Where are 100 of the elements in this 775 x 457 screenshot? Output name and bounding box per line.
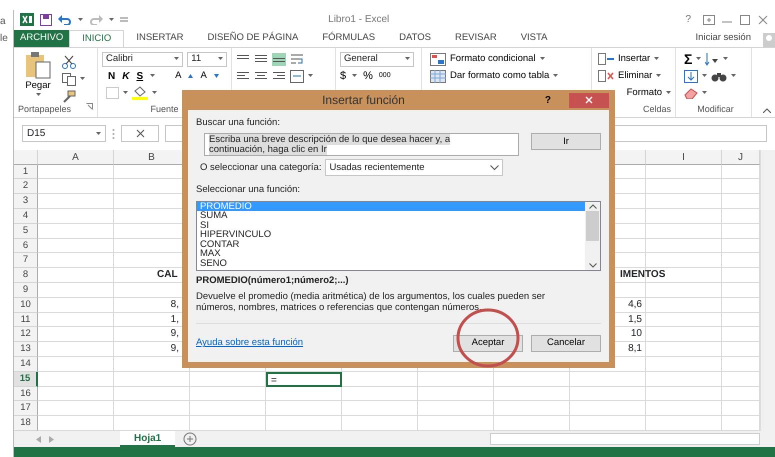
row-header[interactable]: 7: [14, 253, 38, 268]
collapse-ribbon-icon[interactable]: [763, 108, 771, 113]
caret-icon[interactable]: [405, 57, 410, 62]
row-header[interactable]: 16: [14, 386, 38, 402]
caret-icon[interactable]: [656, 74, 662, 78]
close-button[interactable]: [569, 92, 609, 108]
excel-icon[interactable]: [20, 13, 34, 26]
caret-icon[interactable]: [78, 18, 83, 22]
category-select[interactable]: Usadas recientemente: [325, 159, 504, 176]
number-format-select[interactable]: General: [340, 52, 414, 67]
ribbon-tab[interactable]: VISTA: [508, 30, 560, 47]
column-header[interactable]: A: [38, 150, 114, 165]
format-painter-icon[interactable]: [62, 90, 76, 103]
row-header[interactable]: 8: [14, 268, 38, 284]
caret-icon[interactable]: [731, 74, 736, 78]
row-header[interactable]: 2: [14, 179, 38, 194]
file-tab[interactable]: ARCHIVO: [14, 30, 70, 47]
caret-icon[interactable]: [352, 74, 358, 78]
function-list-item[interactable]: SENO: [197, 259, 585, 269]
list-scrollbar[interactable]: [585, 202, 600, 270]
ribbon-tab[interactable]: INSERTAR: [124, 30, 196, 47]
ribbon-tab[interactable]: DISEÑO DE PÁGINA: [196, 30, 310, 47]
horizontal-scrollbar[interactable]: [490, 433, 760, 446]
caret-icon[interactable]: [80, 77, 85, 82]
row-header[interactable]: 10: [14, 298, 38, 313]
table-format-icon[interactable]: [430, 70, 446, 83]
ribbon-tab[interactable]: INICIO: [69, 30, 124, 47]
row-header[interactable]: 17: [14, 401, 38, 416]
close-icon[interactable]: [136, 129, 144, 138]
underline-button[interactable]: S: [136, 68, 144, 84]
dialog-launcher-icon[interactable]: [86, 102, 93, 110]
search-field[interactable]: Escriba una breve descripción de lo que desea hacer y, a continuación, haga clic en Ir: [204, 133, 519, 156]
function-list-item[interactable]: SUMA: [197, 211, 585, 221]
ribbon-display-icon[interactable]: [703, 14, 715, 25]
row-header[interactable]: 14: [14, 357, 38, 372]
add-sheet-icon[interactable]: [183, 432, 198, 446]
caret-icon[interactable]: [654, 57, 660, 62]
font-name-select[interactable]: Calibri: [102, 52, 184, 67]
caret-icon[interactable]: [36, 93, 40, 98]
row-header[interactable]: 4: [14, 209, 38, 224]
caret-icon[interactable]: [702, 74, 707, 78]
eraser-icon[interactable]: [684, 87, 698, 100]
help-button[interactable]: ?: [679, 11, 697, 28]
caret-icon[interactable]: [109, 18, 114, 22]
cells-button[interactable]: Eliminar: [618, 69, 652, 84]
paste-icon[interactable]: [24, 50, 52, 79]
grow-font-button[interactable]: A: [175, 69, 182, 84]
row-header[interactable]: 3: [14, 194, 38, 210]
column-header[interactable]: J: [722, 150, 760, 165]
paste-button[interactable]: Pegar: [25, 78, 51, 94]
merge-center-icon[interactable]: [290, 70, 304, 83]
row-header[interactable]: 18: [14, 416, 38, 432]
shrink-font-button[interactable]: A: [200, 69, 207, 84]
caret-icon[interactable]: [666, 91, 671, 96]
column-header[interactable]: I: [646, 150, 722, 165]
go-button[interactable]: Ir: [531, 133, 601, 150]
scroll-down-icon[interactable]: [588, 262, 596, 268]
delete-cells-icon[interactable]: [598, 70, 614, 82]
row-header[interactable]: 12: [14, 327, 38, 342]
row-header[interactable]: 6: [14, 238, 38, 254]
customize-icon[interactable]: [120, 16, 128, 24]
sheet-tab[interactable]: Hoja1: [120, 431, 176, 448]
caret-icon[interactable]: [308, 74, 313, 78]
binoculars-icon[interactable]: [711, 70, 727, 82]
function-list-item[interactable]: HIPERVINCULO: [197, 230, 585, 240]
cells-button[interactable]: Insertar: [618, 52, 650, 67]
borders-icon[interactable]: [106, 87, 119, 100]
fill-down-icon[interactable]: [684, 70, 698, 83]
ribbon-tab[interactable]: FÓRMULAS: [310, 30, 388, 47]
sort-filter-icon[interactable]: [705, 52, 720, 66]
active-cell[interactable]: =: [266, 372, 342, 387]
styles-button[interactable]: Dar formato como tabla: [450, 69, 550, 84]
caret-icon[interactable]: [553, 74, 558, 78]
row-header[interactable]: 13: [14, 342, 38, 358]
caret-icon[interactable]: [696, 57, 702, 62]
insert-cells-icon[interactable]: [598, 53, 614, 66]
function-list-item[interactable]: SI: [197, 220, 585, 230]
autosum-button[interactable]: Σ: [684, 52, 692, 66]
close-icon[interactable]: [757, 14, 769, 25]
scissors-icon[interactable]: [62, 54, 76, 69]
row-header[interactable]: 9: [14, 283, 38, 298]
caret-icon[interactable]: [123, 91, 128, 96]
italic-button[interactable]: K: [122, 68, 130, 84]
accept-button[interactable]: Aceptar: [453, 335, 523, 352]
caret-icon[interactable]: [174, 57, 180, 62]
function-list-item[interactable]: MAX: [197, 249, 585, 260]
cancel-button[interactable]: [121, 125, 159, 142]
wrap-text-icon[interactable]: [290, 52, 304, 66]
conditional-format-icon[interactable]: [430, 52, 446, 66]
name-box[interactable]: D15: [22, 125, 106, 142]
font-size-select[interactable]: 11: [187, 52, 227, 67]
vertical-scrollbar[interactable]: [760, 150, 775, 432]
save-icon[interactable]: [40, 14, 52, 26]
help-button[interactable]: ?: [538, 92, 557, 108]
styles-button[interactable]: Formato condicional: [450, 52, 536, 67]
up-triangle-icon[interactable]: [188, 74, 194, 78]
fill-color-icon[interactable]: [132, 86, 148, 100]
caret-icon[interactable]: [152, 91, 157, 96]
caret-icon[interactable]: [723, 57, 728, 62]
row-header[interactable]: 1: [14, 164, 38, 180]
